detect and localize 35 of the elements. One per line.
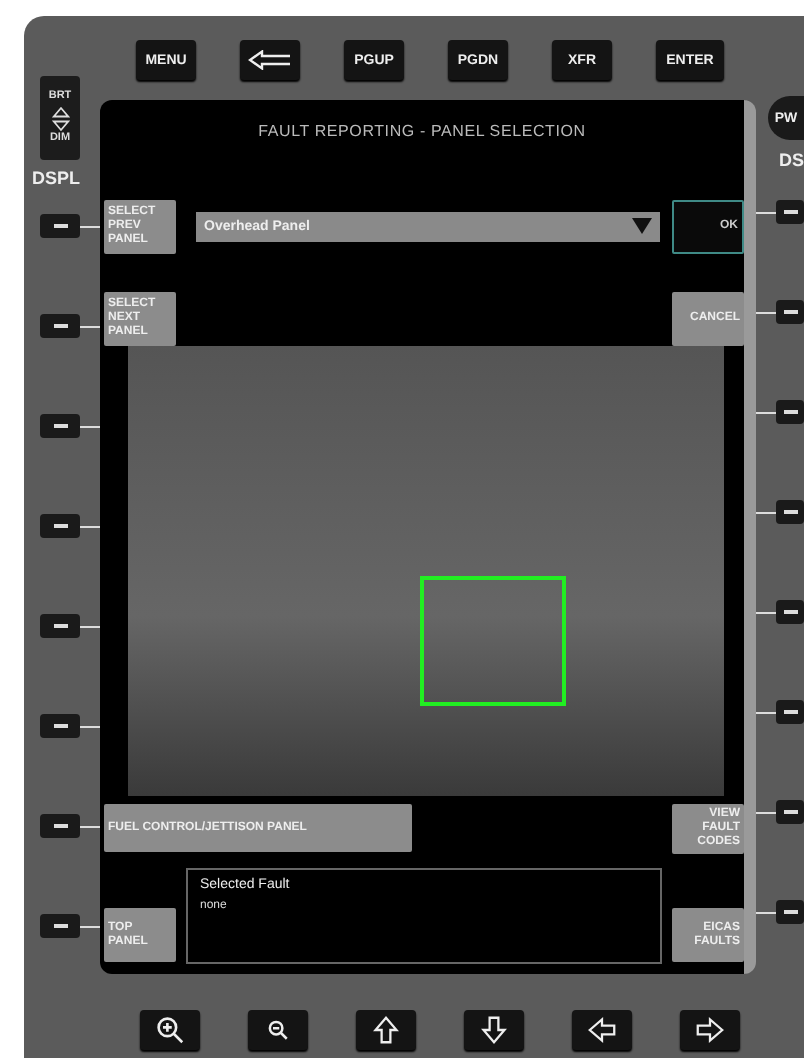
line-select-key[interactable] [40,314,80,338]
line-select-key[interactable] [40,214,80,238]
line-select-key[interactable] [776,200,804,224]
zoom-out-key[interactable] [248,1010,308,1050]
down-triangle-icon [51,119,69,131]
line-select-key[interactable] [776,600,804,624]
zoom-out-icon [268,1020,288,1040]
line-select-key[interactable] [776,900,804,924]
line-select-key[interactable] [40,514,80,538]
line-select-key[interactable] [40,614,80,638]
up-triangle-icon [51,105,69,117]
display-label: DSPL [32,166,81,190]
left-arrow-icon [588,1016,616,1044]
zoom-in-key[interactable] [140,1010,200,1050]
line-select-key[interactable] [776,300,804,324]
right-arrow-icon [696,1016,724,1044]
zoom-in-icon [156,1016,184,1044]
arrow-up-key[interactable] [356,1010,416,1050]
dropdown-caret-icon [632,218,652,234]
line-select-key[interactable] [40,914,80,938]
down-arrow-icon [480,1016,508,1044]
arrow-down-key[interactable] [464,1010,524,1050]
back-key[interactable] [240,40,300,80]
line-select-key[interactable] [776,800,804,824]
line-select-key[interactable] [40,714,80,738]
display-label: DS [778,148,804,172]
line-select-key[interactable] [40,414,80,438]
up-arrow-icon [372,1016,400,1044]
line-select-key[interactable] [776,500,804,524]
line-select-key[interactable] [40,814,80,838]
line-select-key[interactable] [776,700,804,724]
line-select-key[interactable] [776,400,804,424]
arrow-left-key[interactable] [572,1010,632,1050]
arrow-right-key[interactable] [680,1010,740,1050]
screen-title: FAULT REPORTING - PANEL SELECTION [256,120,588,144]
